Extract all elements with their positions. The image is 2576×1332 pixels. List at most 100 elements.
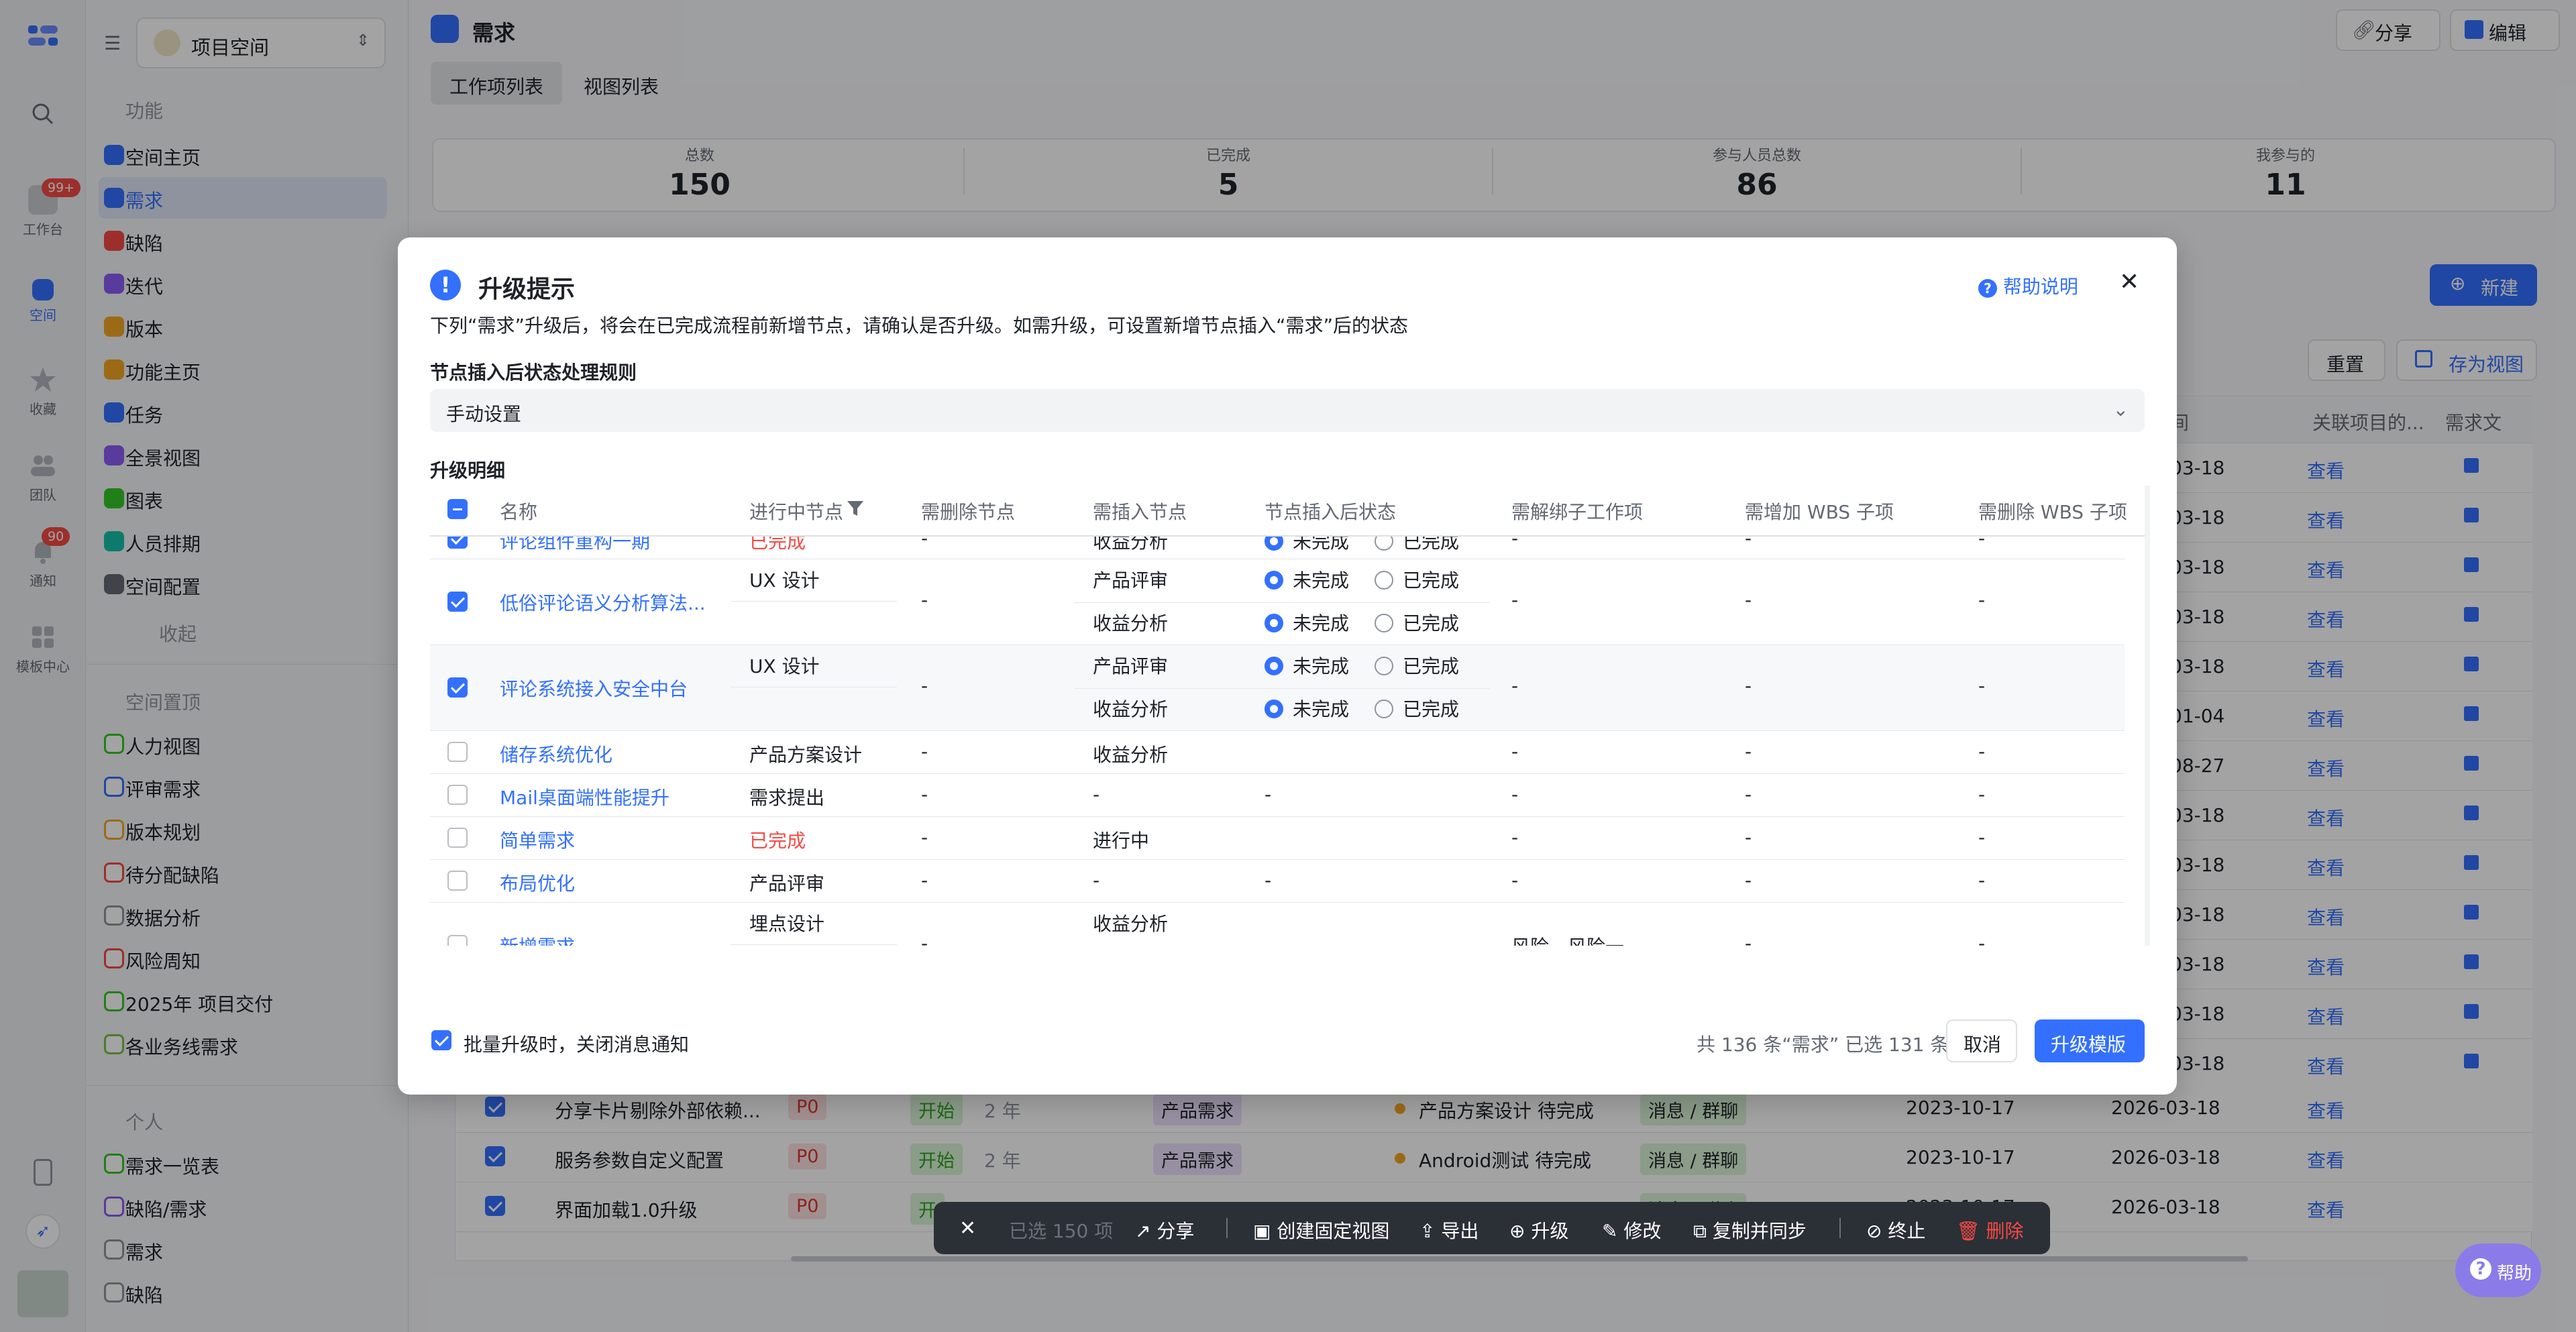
dialog-title: 升级提示 bbox=[478, 276, 576, 303]
radio-label: 未完成 bbox=[1293, 537, 1350, 553]
rule-select[interactable]: 手动设置 ⌄ bbox=[430, 389, 2145, 432]
table-row[interactable]: 低俗评论语义分析算法... UX 设计 - 产品评审 收益分析 未完成 已完成 未完成 已完成 -… bbox=[430, 559, 2125, 645]
empty-cell: - bbox=[1265, 783, 1272, 806]
filter-icon[interactable] bbox=[846, 499, 865, 518]
cell-divider bbox=[731, 601, 897, 602]
table-row[interactable]: 新增需求 埋点设计 - 收益分析风险、风险一 - - bbox=[430, 903, 2125, 946]
mute-notification-label: 批量升级时，关闭消息通知 bbox=[464, 1034, 690, 1056]
empty-cell: - bbox=[1745, 932, 1752, 946]
empty-cell: - bbox=[921, 783, 928, 806]
stop-icon: ⊘ bbox=[1866, 1220, 1888, 1242]
detail-label: 升级明细 bbox=[430, 459, 506, 482]
radio-done[interactable]: 已完成 bbox=[1375, 569, 1459, 592]
cancel-button[interactable]: 取消 bbox=[1946, 1019, 2017, 1062]
radio-undone[interactable]: 未完成 bbox=[1265, 698, 1349, 720]
modify-action[interactable]: ✎ 修改 bbox=[1602, 1217, 1661, 1243]
radio-label: 已完成 bbox=[1403, 537, 1460, 553]
close-icon[interactable]: ✕ bbox=[2119, 268, 2139, 296]
radio-icon bbox=[1265, 700, 1283, 718]
table-row[interactable]: 布局优化 产品评审 - - - - - - bbox=[430, 860, 2125, 903]
progress-node: 已完成 bbox=[749, 830, 806, 852]
row-checkbox[interactable] bbox=[447, 871, 468, 891]
row-checkbox[interactable] bbox=[447, 828, 468, 848]
dialog-description: 下列“需求”升级后，将会在已完成流程前新增节点，请确认是否升级。如需升级，可设置… bbox=[430, 315, 1409, 337]
help-fab[interactable]: ? 帮助 bbox=[2455, 1243, 2541, 1297]
empty-cell: - bbox=[921, 740, 928, 763]
radio-icon bbox=[1375, 700, 1394, 718]
insert-node: 收益分析 bbox=[1093, 698, 1169, 720]
item-name-link[interactable]: 简单需求 bbox=[500, 826, 575, 853]
radio-undone[interactable]: 未完成 bbox=[1265, 612, 1349, 634]
empty-cell: - bbox=[1745, 826, 1752, 848]
cell-divider bbox=[1074, 688, 1490, 689]
item-name-link[interactable]: 布局优化 bbox=[500, 869, 575, 896]
export-action[interactable]: ⇪ 导出 bbox=[1419, 1217, 1479, 1243]
divider bbox=[1226, 1218, 1228, 1238]
help-link[interactable]: ? 帮助说明 bbox=[1978, 272, 2078, 299]
empty-cell: - bbox=[1745, 783, 1752, 806]
radio-undone[interactable]: 未完成 bbox=[1265, 537, 1349, 553]
table-row[interactable]: Mail桌面端性能提升 需求提出 - - - - - - bbox=[430, 774, 2125, 817]
vertical-scrollbar[interactable] bbox=[2145, 486, 2150, 946]
create-fixed-view-action[interactable]: ▣ 创建固定视图 bbox=[1253, 1217, 1389, 1243]
column-header: 需增加 WBS 子项 bbox=[1745, 501, 1894, 523]
radio-undone[interactable]: 未完成 bbox=[1265, 655, 1349, 677]
empty-cell: - bbox=[921, 675, 928, 697]
action-label: 删除 bbox=[1986, 1220, 2024, 1242]
action-label: 创建固定视图 bbox=[1277, 1220, 1390, 1242]
upgrade-dialog: ! 升级提示 ? 帮助说明 ✕ 下列“需求”升级后，将会在已完成流程前新增节点，… bbox=[398, 237, 2177, 1095]
insert-node: - bbox=[1093, 783, 1100, 806]
radio-done[interactable]: 已完成 bbox=[1375, 612, 1459, 634]
rule-label: 节点插入后状态处理规则 bbox=[430, 362, 637, 384]
radio-label: 未完成 bbox=[1293, 655, 1350, 677]
terminate-action[interactable]: ⊘ 终止 bbox=[1866, 1217, 1925, 1243]
row-checkbox[interactable] bbox=[447, 935, 468, 946]
row-checkbox[interactable] bbox=[447, 677, 468, 698]
upgrade-template-button[interactable]: 升级模版 bbox=[2035, 1019, 2145, 1062]
item-name-link[interactable]: 储存系统优化 bbox=[500, 740, 612, 767]
progress-node: 埋点设计 bbox=[749, 913, 825, 935]
table-row[interactable]: 评论系统接入安全中台 UX 设计 - 产品评审 收益分析 未完成 已完成 未完成 已完成 - - - bbox=[430, 645, 2125, 731]
radio-done[interactable]: 已完成 bbox=[1375, 655, 1459, 677]
row-checkbox[interactable] bbox=[447, 537, 468, 549]
progress-node: 需求提出 bbox=[749, 787, 825, 809]
action-label: 升级 bbox=[1531, 1220, 1569, 1242]
item-name-link[interactable]: 评论组件重构一期 bbox=[500, 537, 650, 554]
empty-cell: - bbox=[1978, 537, 1986, 549]
radio-icon bbox=[1375, 614, 1394, 632]
empty-cell: - bbox=[921, 589, 928, 611]
share-action[interactable]: ↗ 分享 bbox=[1135, 1217, 1194, 1243]
help-label: 帮助 bbox=[2497, 1264, 2532, 1284]
select-all-checkbox[interactable] bbox=[447, 499, 468, 519]
item-name-link[interactable]: 评论系统接入安全中台 bbox=[500, 675, 688, 702]
divider bbox=[1839, 1218, 1841, 1238]
table-row[interactable]: 评论组件重构一期 已完成 - 收益分析 未完成 已完成 - - - bbox=[430, 537, 2125, 559]
radio-done[interactable]: 已完成 bbox=[1375, 698, 1459, 720]
row-checkbox[interactable] bbox=[447, 592, 468, 612]
copy-sync-action[interactable]: ⧉ 复制并同步 bbox=[1693, 1217, 1807, 1243]
column-header: 进行中节点 bbox=[749, 501, 844, 523]
detail-table-body: 评论组件重构一期 已完成 - 收益分析 未完成 已完成 - - - 低俗评论语义分析算法... UX… bbox=[430, 537, 2145, 946]
close-icon[interactable]: ✕ bbox=[959, 1217, 976, 1240]
radio-done[interactable]: 已完成 bbox=[1375, 537, 1459, 553]
column-header: 需插入节点 bbox=[1093, 501, 1187, 523]
empty-cell: - bbox=[921, 537, 928, 549]
item-name-link[interactable]: 低俗评论语义分析算法... bbox=[500, 589, 706, 616]
table-row[interactable]: 储存系统优化 产品方案设计 - 收益分析 - - - bbox=[430, 731, 2125, 774]
empty-cell: - bbox=[1978, 826, 1986, 848]
radio-label: 已完成 bbox=[1403, 655, 1460, 677]
row-checkbox[interactable] bbox=[447, 742, 468, 762]
delete-action[interactable]: 🗑︎ 删除 bbox=[1956, 1217, 2023, 1243]
empty-cell: - bbox=[1511, 869, 1519, 891]
item-name-link[interactable]: Mail桌面端性能提升 bbox=[500, 783, 669, 810]
mute-notification-checkbox[interactable] bbox=[431, 1030, 451, 1050]
insert-node: 收益分析 bbox=[1093, 537, 1169, 553]
progress-node: 产品方案设计 bbox=[749, 744, 863, 766]
radio-icon bbox=[1265, 614, 1283, 632]
upgrade-action[interactable]: ⊕ 升级 bbox=[1509, 1217, 1568, 1243]
radio-undone[interactable]: 未完成 bbox=[1265, 569, 1349, 592]
pencil-icon: ✎ bbox=[1602, 1220, 1624, 1242]
row-checkbox[interactable] bbox=[447, 785, 468, 805]
item-name-link[interactable]: 新增需求 bbox=[500, 932, 575, 946]
table-row[interactable]: 简单需求 已完成 - 进行中 - - - bbox=[430, 817, 2125, 860]
